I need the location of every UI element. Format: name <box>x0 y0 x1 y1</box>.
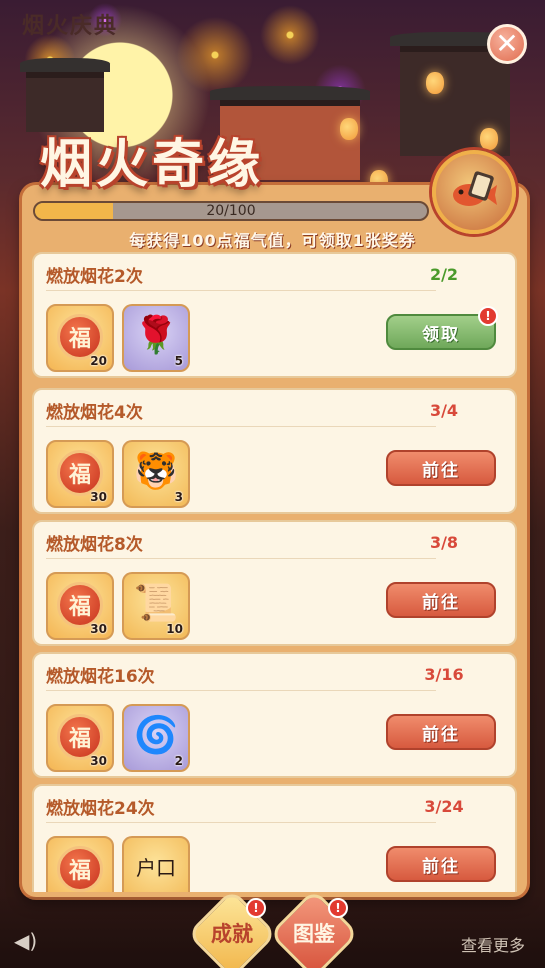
koi-fish-icon <box>453 171 497 206</box>
page-title: 烟火庆典 <box>22 13 119 39</box>
task-title: 燃放烟花8次 <box>46 535 143 555</box>
task-progress: 2/2 <box>429 265 459 284</box>
task-title: 燃放烟花24次 <box>46 799 155 819</box>
task-progress: 3/4 <box>429 401 459 420</box>
task-progress: 3/16 <box>424 665 464 684</box>
task-title: 燃放烟花2次 <box>46 267 143 287</box>
goto-button[interactable]: 前往 <box>386 714 496 750</box>
notification-dot: ! <box>478 306 498 326</box>
reward-item[interactable]: 福 30 <box>46 572 114 640</box>
task-card: 燃放烟花8次 3/8 福 30 📜 10 前往 <box>32 520 517 646</box>
reward-item[interactable]: 🌀 2 <box>122 704 190 772</box>
koi-badge-button[interactable] <box>432 150 516 234</box>
goto-button[interactable]: 前往 <box>386 582 496 618</box>
task-card: 燃放烟花16次 3/16 福 30 🌀 2 前往 <box>32 652 517 778</box>
close-button[interactable]: ✕ <box>487 24 527 64</box>
divider <box>46 290 436 291</box>
goto-button[interactable]: 前往 <box>386 450 496 486</box>
points-hint: 每获得100点福气值，可领取1张奖券 <box>129 231 416 250</box>
reward-item[interactable]: 📜 10 <box>122 572 190 640</box>
reward-count: 30 <box>90 490 107 504</box>
reward-item[interactable]: 福 30 <box>46 440 114 508</box>
task-card: 燃放烟花4次 3/4 福 30 🐯 3 前往 <box>32 388 517 514</box>
speaker-icon[interactable]: ◀) <box>14 929 37 953</box>
reward-item[interactable]: 🌹 5 <box>122 304 190 372</box>
reward-count: 10 <box>166 622 183 636</box>
notification-dot: ! <box>328 898 348 918</box>
reward-item[interactable]: 福 <box>46 836 114 892</box>
close-icon: ✕ <box>495 27 519 60</box>
lantern-decoration <box>340 118 358 140</box>
rose-icon: 🌹 <box>133 315 179 356</box>
reward-item[interactable]: 🐯 3 <box>122 440 190 508</box>
tiger-figurine-icon: 🐯 <box>133 451 179 492</box>
reward-item[interactable]: 福 30 <box>46 704 114 772</box>
event-logo: 烟火奇缘 <box>40 134 265 195</box>
collection-button[interactable]: 图鉴 <box>279 918 349 948</box>
divider <box>46 690 436 691</box>
firework-decoration <box>255 0 325 70</box>
temple-roof <box>20 58 110 72</box>
points-progress-bar: 20/100 <box>33 201 429 221</box>
lantern-decoration <box>426 72 444 94</box>
reward-item[interactable]: 户口 <box>122 836 190 892</box>
task-card: 燃放烟花2次 2/2 福 20 🌹 5 领取 ! <box>32 252 517 378</box>
lantern-decoration <box>480 128 498 150</box>
achievements-button[interactable]: 成就 <box>197 918 267 948</box>
reward-item[interactable]: 福 20 <box>46 304 114 372</box>
progress-label: 20/100 <box>206 203 256 219</box>
reward-count: 20 <box>90 354 107 368</box>
task-progress: 3/8 <box>429 533 459 552</box>
goto-button[interactable]: 前往 <box>386 846 496 882</box>
fu-coin-icon: 福 <box>57 846 103 892</box>
view-more-link[interactable]: 查看更多 <box>461 932 525 956</box>
scroll-icon: 📜 <box>133 583 179 624</box>
household-register-icon: 户口 <box>136 856 176 880</box>
task-title: 燃放烟花4次 <box>46 403 143 423</box>
divider <box>46 558 436 559</box>
task-title: 燃放烟花16次 <box>46 667 155 687</box>
temple-roof <box>210 86 370 100</box>
divider <box>46 426 436 427</box>
notification-dot: ! <box>246 898 266 918</box>
reward-count: 2 <box>174 754 183 768</box>
task-list[interactable]: 燃放烟花2次 2/2 福 20 🌹 5 领取 ! 燃放烟花4次 3/4 福 30… <box>32 252 517 892</box>
swirl-card-icon: 🌀 <box>133 715 179 756</box>
divider <box>46 822 436 823</box>
reward-count: 30 <box>90 754 107 768</box>
task-card: 燃放烟花24次 3/24 福 户口 前往 <box>32 784 517 892</box>
reward-count: 5 <box>174 354 183 368</box>
reward-count: 3 <box>174 490 183 504</box>
reward-count: 30 <box>90 622 107 636</box>
task-progress: 3/24 <box>424 797 464 816</box>
